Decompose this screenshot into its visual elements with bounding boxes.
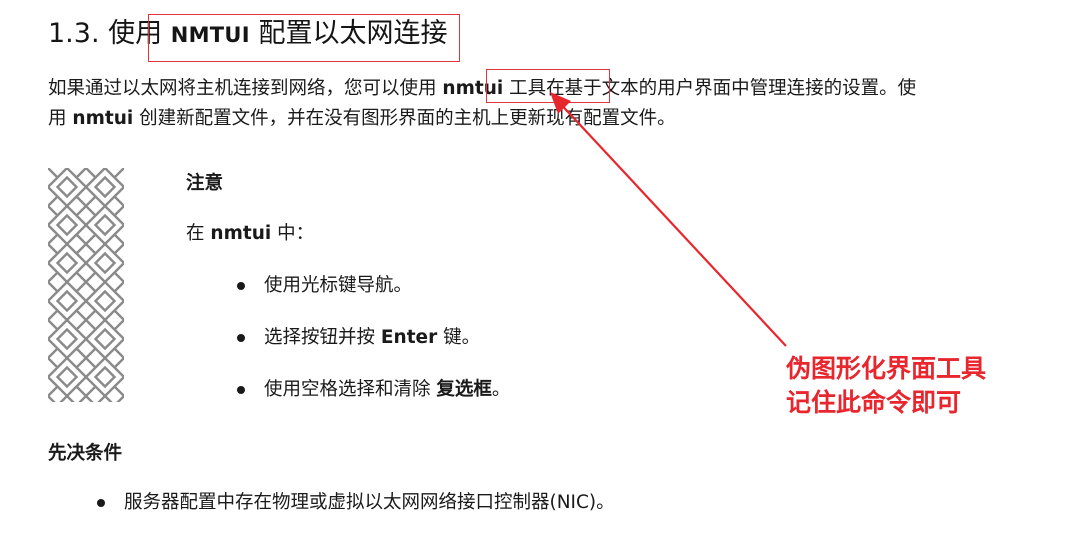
prerequisites-title: 先决条件 xyxy=(48,443,123,464)
list-item: 服务器配置中存在物理或虚拟以太网网络接口控制器(NIC)。 xyxy=(97,489,615,517)
bullet-icon xyxy=(97,499,105,507)
nmtui-command: nmtui xyxy=(72,108,134,129)
list-item-text: 键。 xyxy=(443,327,481,348)
list-item-text: 。 xyxy=(491,379,511,400)
note-intro-text: 中： xyxy=(277,223,315,244)
bullet-icon xyxy=(237,334,245,342)
callout-line-2: 记住此命令即可 xyxy=(786,388,962,417)
checkbox-label: 复选框 xyxy=(436,379,492,400)
intro-text: 用 xyxy=(48,108,67,129)
bullet-icon xyxy=(237,282,245,290)
note-intro: 在 nmtui 中： xyxy=(186,220,314,248)
note-pattern-icon xyxy=(48,168,124,402)
intro-text: 如果通过以太网将主机连接到网络，您可以使用 xyxy=(48,78,437,99)
nmtui-command: nmtui xyxy=(210,223,272,244)
heading-highlight-box xyxy=(148,14,460,62)
list-item: 使用空格选择和清除 复选框。 xyxy=(237,376,511,404)
callout-line-1: 伪图形化界面工具 xyxy=(786,354,987,383)
annotation-callout: 伪图形化界面工具 记住此命令即可 xyxy=(786,352,986,420)
list-item-text: 选择按钮并按 xyxy=(264,327,376,348)
enter-key-label: Enter xyxy=(380,327,438,348)
list-item-text: 使用空格选择和清除 xyxy=(264,379,431,400)
list-item-text: 服务器配置中存在物理或虚拟以太网网络接口控制器(NIC)。 xyxy=(124,492,615,513)
section-number: 1.3. xyxy=(48,18,100,49)
nmtui-highlight-box xyxy=(486,69,610,103)
note-title: 注意 xyxy=(186,173,224,194)
bullet-icon xyxy=(237,386,245,394)
list-item: 选择按钮并按 Enter 键。 xyxy=(237,324,481,352)
list-item-text: 使用光标键导航。 xyxy=(264,275,413,296)
intro-line-2: 用 nmtui 创建新配置文件，并在没有图形界面的主机上更新现有配置文件。 xyxy=(48,104,1038,134)
intro-text: 创建新配置文件，并在没有图形界面的主机上更新现有配置文件。 xyxy=(139,108,676,129)
note-intro-text: 在 xyxy=(186,223,205,244)
list-item: 使用光标键导航。 xyxy=(237,272,413,300)
